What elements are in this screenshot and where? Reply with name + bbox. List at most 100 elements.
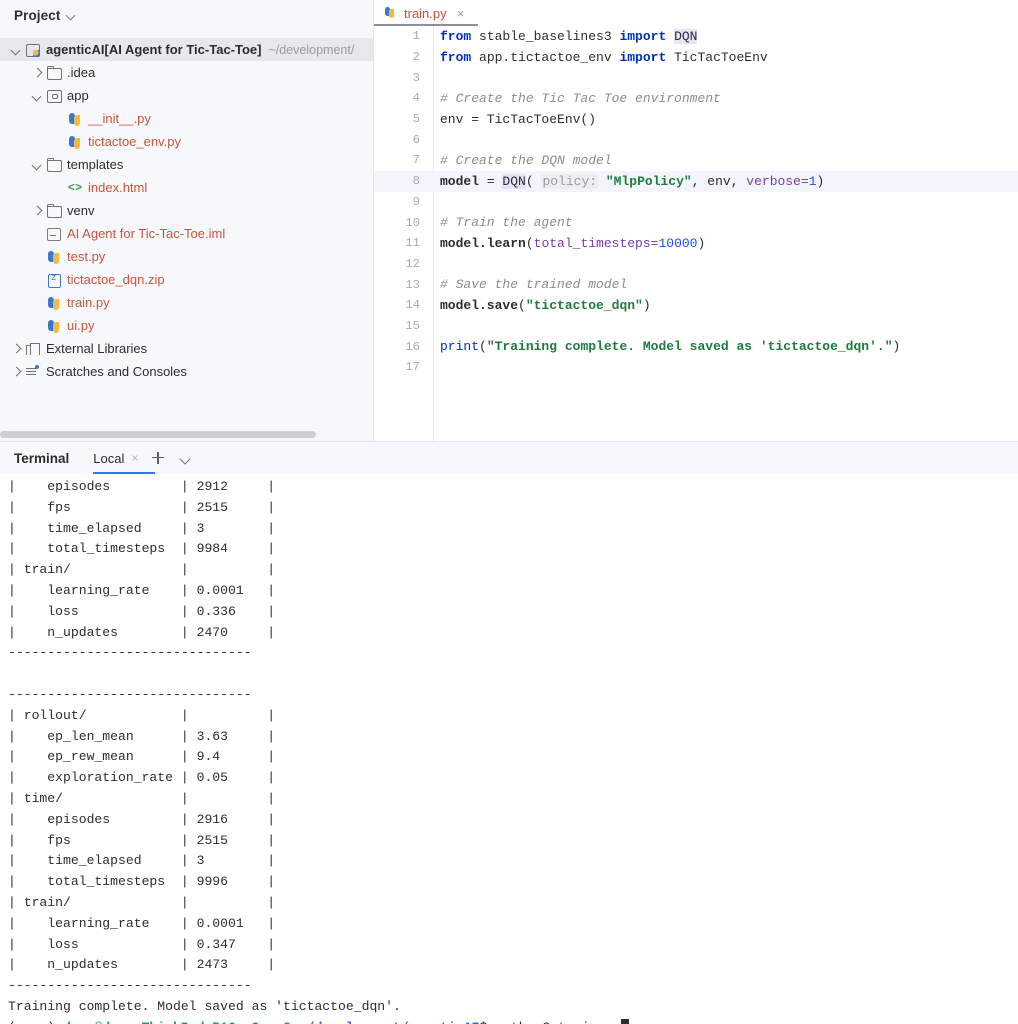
terminal-line: | total_timesteps | 9984 |: [8, 539, 1018, 560]
line-number: 7: [374, 153, 420, 167]
tree-item-init-py[interactable]: __init__.py: [0, 107, 373, 130]
code-line-16[interactable]: 16print("Training complete. Model saved …: [374, 336, 1018, 357]
tree-item-test-py[interactable]: test.py: [0, 245, 373, 268]
ide-window: Project agenticAI [AI Agent for Tic-Tac-…: [0, 0, 1018, 1024]
tree-item-idea[interactable]: .idea: [0, 61, 373, 84]
code-line-17[interactable]: 17: [374, 357, 1018, 378]
code-line-5[interactable]: 5env = TicTacToeEnv(): [374, 109, 1018, 130]
code-line-6[interactable]: 6: [374, 129, 1018, 150]
terminal-tab-local[interactable]: Local ×: [93, 442, 138, 474]
line-number: 1: [374, 29, 420, 43]
code-lines[interactable]: 1from stable_baselines3 import DQN2from …: [374, 26, 1018, 378]
code-text: env = TicTacToeEnv(): [440, 112, 596, 127]
terminal-panel: Terminal Local × | episodes | 2912 || fp…: [0, 441, 1018, 1024]
line-number: 3: [374, 71, 420, 85]
chevron-down-icon[interactable]: [178, 451, 192, 465]
line-number: 11: [374, 236, 420, 250]
module-icon: [24, 42, 42, 58]
tree-item-venv[interactable]: venv: [0, 199, 373, 222]
chevron-down-icon[interactable]: [66, 10, 77, 21]
code-line-10[interactable]: 10# Train the agent: [374, 212, 1018, 233]
tree-item-label: Scratches and Consoles: [46, 364, 187, 380]
terminal-line: -------------------------------: [8, 643, 1018, 664]
terminal-line: | fps | 2515 |: [8, 831, 1018, 852]
prompt-venv: (venv): [8, 1020, 63, 1024]
project-panel-header[interactable]: Project: [0, 0, 373, 30]
tree-item-index-html[interactable]: <>index.html: [0, 176, 373, 199]
code-line-15[interactable]: 15: [374, 316, 1018, 337]
code-line-12[interactable]: 12: [374, 254, 1018, 275]
python-icon: [45, 295, 63, 311]
tree-item-label: train.py: [67, 295, 110, 311]
html-icon: <>: [66, 180, 84, 196]
terminal-output[interactable]: | episodes | 2912 || fps | 2515 || time_…: [0, 474, 1018, 1024]
code-text: # Create the DQN model: [440, 153, 612, 168]
zip-icon: [45, 272, 63, 288]
editor-tabbar: train.py ×: [374, 0, 1018, 26]
close-icon[interactable]: ×: [457, 7, 465, 20]
code-line-7[interactable]: 7 # Create the DQN model: [374, 150, 1018, 171]
tree-item-train-py[interactable]: train.py: [0, 291, 373, 314]
tree-item-templates[interactable]: templates: [0, 153, 373, 176]
tree-item-scratches-and-consoles[interactable]: Scratches and Consoles: [0, 360, 373, 383]
code-line-8[interactable]: 8model = DQN( policy: "MlpPolicy", env, …: [374, 171, 1018, 192]
editor-tab-label: train.py: [404, 6, 447, 21]
tree-item-tictactoe-dqn-zip[interactable]: tictactoe_dqn.zip: [0, 268, 373, 291]
tree-spacer: [50, 111, 66, 127]
code-area[interactable]: 1from stable_baselines3 import DQN2from …: [374, 26, 1018, 441]
chevron-down-icon[interactable]: [29, 88, 45, 104]
scratches-icon: [24, 364, 42, 380]
terminal-line: | ep_len_mean | 3.63 |: [8, 727, 1018, 748]
code-text: # Save the trained model: [440, 277, 627, 292]
tree-spacer: [29, 249, 45, 265]
terminal-line: | rollout/ | |: [8, 706, 1018, 727]
code-line-3[interactable]: 3: [374, 67, 1018, 88]
chevron-right-icon[interactable]: [29, 203, 45, 219]
editor-tab-train-py[interactable]: train.py ×: [374, 0, 472, 26]
code-text: from app.tictactoe_env import TicTacToeE…: [440, 50, 768, 65]
code-line-9[interactable]: 9: [374, 192, 1018, 213]
plus-icon[interactable]: [150, 450, 166, 466]
chevron-down-icon[interactable]: [29, 157, 45, 173]
chevron-right-icon[interactable]: [8, 364, 24, 380]
chevron-down-icon[interactable]: [8, 42, 24, 58]
line-number: 10: [374, 216, 420, 230]
tree-item-ui-py[interactable]: ui.py: [0, 314, 373, 337]
folder-icon: [45, 157, 63, 173]
folder-icon: [45, 203, 63, 219]
tree-item-external-libraries[interactable]: External Libraries: [0, 337, 373, 360]
code-line-13[interactable]: 13 # Save the trained model: [374, 274, 1018, 295]
tree-item-label: External Libraries: [46, 341, 147, 357]
terminal-line: -------------------------------: [8, 685, 1018, 706]
close-icon[interactable]: ×: [131, 451, 138, 465]
terminal-line: | train/ | |: [8, 560, 1018, 581]
code-line-2[interactable]: 2from app.tictactoe_env import TicTacToe…: [374, 47, 1018, 68]
tree-item-agenticai[interactable]: agenticAI [AI Agent for Tic-Tac-Toe]~/de…: [0, 38, 373, 61]
chevron-right-icon[interactable]: [29, 65, 45, 81]
python-icon: [45, 249, 63, 265]
line-number: 16: [374, 340, 420, 354]
tree-item-label: app: [67, 88, 89, 104]
code-line-14[interactable]: 14model.save("tictactoe_dqn"): [374, 295, 1018, 316]
line-number: 13: [374, 278, 420, 292]
terminal-prompt-line[interactable]: (venv) dave@dave-ThinkPad-P16s-Gen-2:~/d…: [8, 1018, 1018, 1024]
terminal-line: | loss | 0.336 |: [8, 602, 1018, 623]
folder-icon: [45, 65, 63, 81]
project-horizontal-scrollbar[interactable]: [0, 431, 316, 438]
project-panel-title: Project: [14, 8, 60, 23]
terminal-line: [8, 664, 1018, 685]
line-number: 17: [374, 360, 420, 374]
chevron-right-icon[interactable]: [8, 341, 24, 357]
tree-item-tictactoe-env-py[interactable]: tictactoe_env.py: [0, 130, 373, 153]
code-line-4[interactable]: 4# Create the Tic Tac Toe environment: [374, 88, 1018, 109]
terminal-line: | time_elapsed | 3 |: [8, 519, 1018, 540]
code-line-1[interactable]: 1from stable_baselines3 import DQN: [374, 26, 1018, 47]
iml-icon: [45, 226, 63, 242]
tree-item-label: test.py: [67, 249, 105, 265]
code-line-11[interactable]: 11 model.learn(total_timesteps=10000): [374, 233, 1018, 254]
terminal-line: | fps | 2515 |: [8, 498, 1018, 519]
tree-item-app[interactable]: app: [0, 84, 373, 107]
code-text: model.learn(total_timesteps=10000): [440, 236, 705, 251]
project-file-tree: agenticAI [AI Agent for Tic-Tac-Toe]~/de…: [0, 30, 373, 383]
tree-item-ai-agent-for-tic-tac-toe-iml[interactable]: AI Agent for Tic-Tac-Toe.iml: [0, 222, 373, 245]
